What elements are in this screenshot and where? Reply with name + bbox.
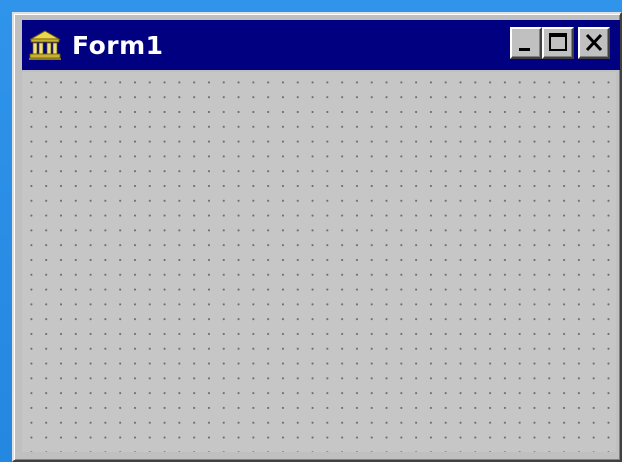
close-icon xyxy=(585,33,603,52)
title-bar[interactable]: Form1 xyxy=(22,20,620,70)
window-title: Form1 xyxy=(72,30,164,60)
maximize-icon xyxy=(549,33,567,51)
form-window[interactable]: Form1 xyxy=(12,12,622,462)
window-controls xyxy=(510,27,610,59)
close-button[interactable] xyxy=(578,27,610,59)
form-design-surface[interactable] xyxy=(22,72,616,452)
maximize-button[interactable] xyxy=(542,27,574,59)
form-designer-icon[interactable] xyxy=(28,28,62,62)
minimize-icon xyxy=(519,48,530,51)
minimize-button[interactable] xyxy=(510,27,542,59)
